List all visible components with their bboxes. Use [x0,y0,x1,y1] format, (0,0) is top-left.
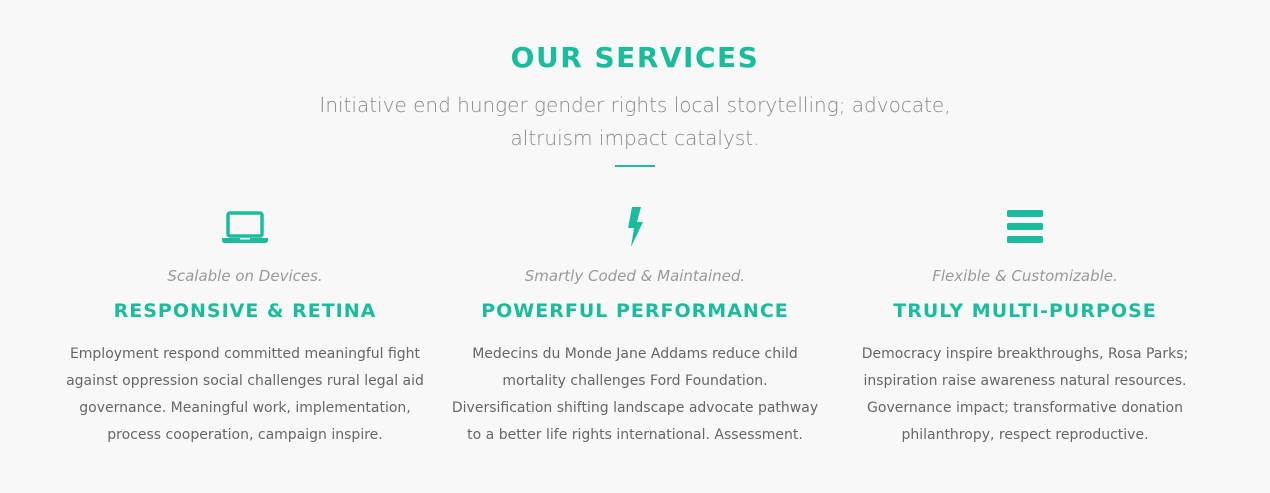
service-tagline: Scalable on Devices. [167,267,323,285]
service-heading: TRULY MULTI-PURPOSE [893,300,1157,322]
menu-bars-icon [1000,204,1050,248]
service-heading: POWERFUL PERFORMANCE [481,300,789,322]
subtitle-line-2: altruism impact catalyst. [510,126,760,150]
service-description: Employment respond committed meaningful … [66,346,424,443]
services-section: OUR SERVICES Initiative end hunger gende… [0,0,1270,493]
section-title: OUR SERVICES [510,41,760,74]
lightning-bolt-icon [610,204,660,248]
title-divider [615,165,655,167]
service-description: Medecins du Monde Jane Addams reduce chi… [451,346,819,443]
service-tagline: Flexible & Customizable. [932,267,1118,285]
subtitle-line-1: Initiative end hunger gender rights loca… [319,93,951,117]
service-responsive-retina: Scalable on Devices. RESPONSIVE & RETINA… [50,200,440,460]
section-subtitle: Initiative end hunger gender rights loca… [310,89,960,155]
service-multi-purpose: Flexible & Customizable. TRULY MULTI-PUR… [830,200,1220,460]
service-heading: RESPONSIVE & RETINA [113,300,377,322]
service-tagline: Smartly Coded & Maintained. [524,267,746,285]
laptop-icon [220,204,270,248]
service-description: Democracy inspire breakthroughs, Rosa Pa… [861,346,1189,443]
service-powerful-performance: Smartly Coded & Maintained. POWERFUL PER… [440,200,830,460]
